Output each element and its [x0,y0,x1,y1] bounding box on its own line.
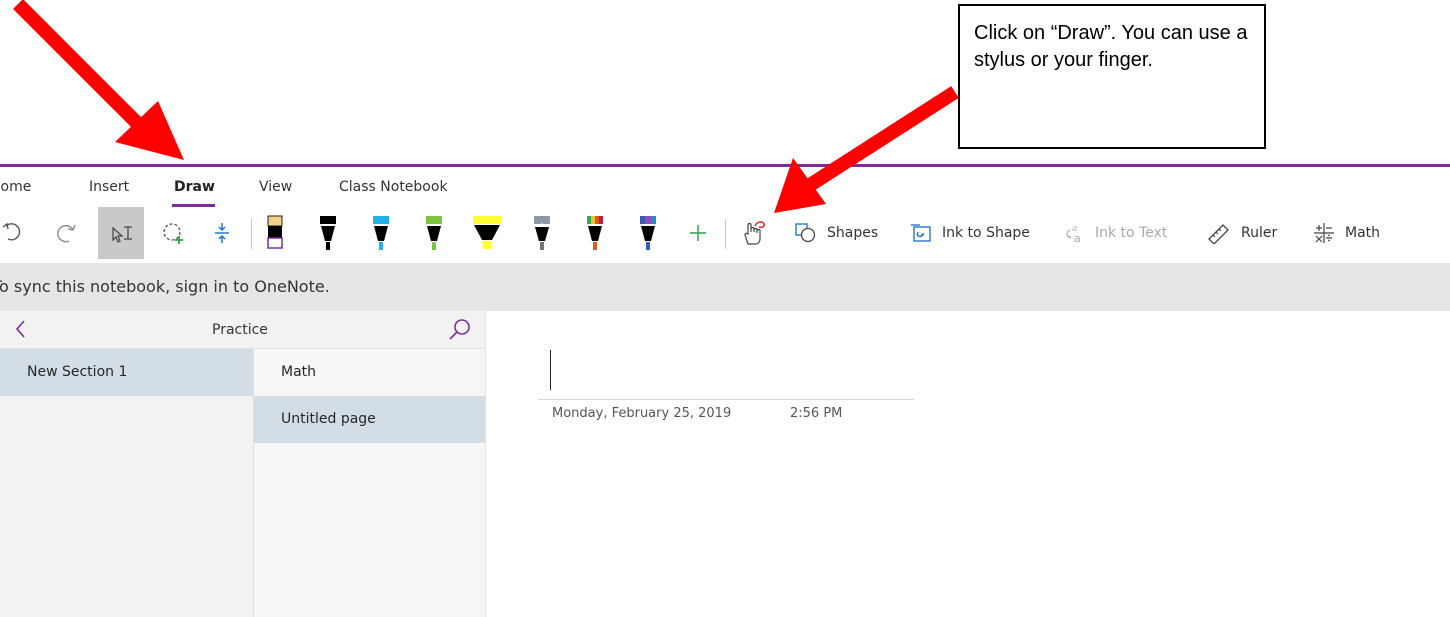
tab-class-notebook[interactable]: Class Notebook [339,179,448,195]
add-space-icon [215,223,229,243]
page-date: Monday, February 25, 2019 [552,406,732,421]
page-title-input[interactable] [550,350,551,390]
pen-black-tool[interactable] [313,207,343,259]
add-space-button[interactable] [204,207,240,259]
toolbar-separator [725,219,726,249]
arrow-to-draw-tab [13,0,184,160]
page-label: Untitled page [281,411,376,427]
ink-to-text-label: Ink to Text [1095,225,1168,241]
shapes-label: Shapes [827,225,879,241]
touch-draw-button[interactable] [733,207,773,259]
pen-galaxy-tool[interactable] [527,207,557,259]
pages-list: Math Untitled page [253,349,486,617]
ruler-label: Ruler [1241,225,1278,241]
shapes-icon [795,223,816,243]
ruler-icon [1208,224,1229,244]
touch-draw-icon [744,221,765,245]
draw-toolbar: Shapes Ink to Shape aa Ink to Text Ruler… [0,207,1450,259]
instruction-callout: Click on “Draw”. You can use a stylus or… [958,4,1266,149]
toolbar-separator [251,219,252,249]
ink-to-shape-icon [911,224,931,242]
ribbon-tabs: Home Insert Draw View Class Notebook [0,167,1450,201]
sync-notification-bar: To sync this notebook, sign in to OneNot… [0,263,1450,311]
back-button[interactable] [14,319,26,343]
sync-message[interactable]: To sync this notebook, sign in to OneNot… [0,277,330,296]
section-label: New Section 1 [27,364,128,380]
pen-galaxy-icon [533,216,551,250]
lasso-add-icon [163,223,183,244]
redo-button[interactable] [48,207,84,259]
plus-icon [690,225,706,241]
tab-insert[interactable]: Insert [89,179,129,195]
svg-text:a: a [1074,232,1081,244]
tab-home[interactable]: Home [0,179,31,195]
math-button[interactable]: Math [1313,207,1380,259]
pen-cosmic-icon [640,216,656,250]
page-item[interactable]: Untitled page [254,396,486,443]
undo-button[interactable] [0,207,24,259]
math-icon [1314,223,1334,243]
pen-black-icon [320,216,336,250]
search-icon [449,319,470,340]
pen-cyan-icon [373,216,389,250]
highlighter-icon [473,216,501,249]
ruler-button[interactable]: Ruler [1207,207,1277,259]
shapes-button[interactable]: Shapes [795,207,878,259]
pen-cosmic-tool[interactable] [633,207,663,259]
lasso-select-button[interactable] [154,207,194,259]
title-underline [538,399,914,400]
pencil-icon [267,215,283,249]
pen-green-tool[interactable] [419,207,449,259]
page-canvas[interactable]: Monday, February 25, 2019 2:56 PM [485,311,1450,617]
page-time: 2:56 PM [790,406,843,421]
pen-rainbow-icon [587,216,603,250]
lasso-type-select-button[interactable] [98,207,144,259]
ink-to-shape-button[interactable]: Ink to Shape [910,207,1030,259]
undo-icon [2,222,21,241]
tab-view[interactable]: View [259,179,292,195]
highlighter-yellow-tool[interactable] [467,207,507,259]
pen-cyan-tool[interactable] [366,207,396,259]
redo-icon [57,224,76,243]
page-label: Math [281,364,317,380]
onenote-window: Home Insert Draw View Class Notebook [0,164,1450,617]
notebook-title: Practice [212,322,268,338]
notebook-header: Practice [0,311,485,349]
search-button[interactable] [448,317,472,345]
pencil-tool[interactable] [260,207,290,259]
math-label: Math [1345,225,1381,241]
select-text-icon [112,226,132,243]
ink-to-text-icon: aa [1066,224,1081,244]
chevron-left-icon [15,320,25,338]
pen-rainbow-tool[interactable] [580,207,610,259]
callout-text: Click on “Draw”. You can use a stylus or… [974,22,1248,71]
pen-green-icon [426,216,442,250]
tab-draw[interactable]: Draw [174,179,215,195]
ink-to-shape-label: Ink to Shape [942,225,1030,241]
sections-list: New Section 1 [0,349,253,617]
add-pen-button[interactable] [682,207,714,259]
page-item[interactable]: Math [254,349,486,396]
section-item[interactable]: New Section 1 [0,349,253,396]
ink-to-text-button[interactable]: aa Ink to Text [1063,207,1167,259]
